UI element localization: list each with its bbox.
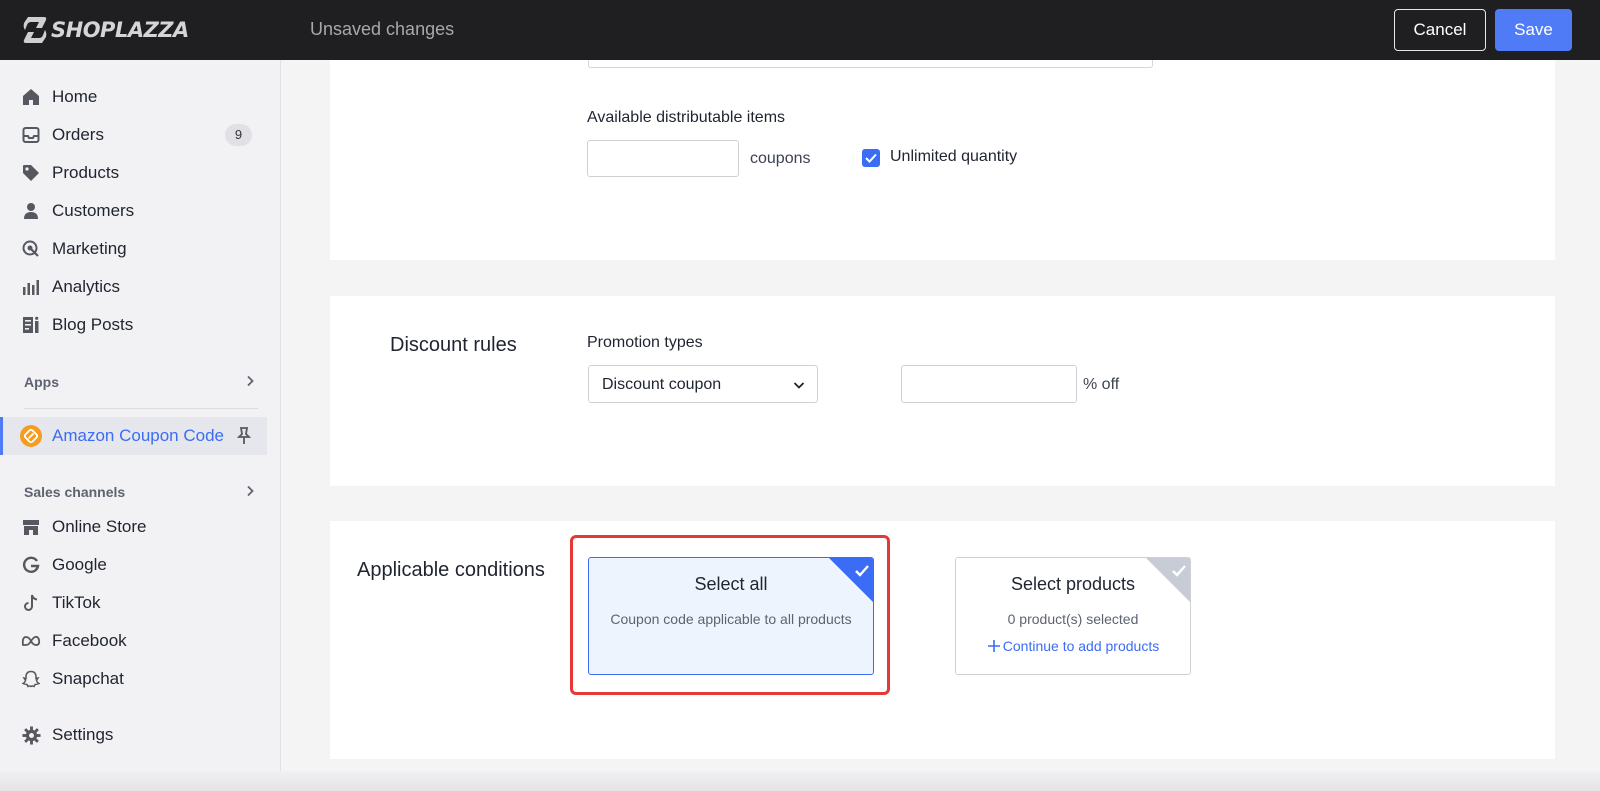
checkmark-icon bbox=[865, 153, 877, 163]
sidebar-item-orders[interactable]: Orders 9 bbox=[0, 118, 281, 152]
sidebar-item-label: Google bbox=[52, 555, 107, 574]
sidebar-item-label: TikTok bbox=[52, 593, 101, 612]
discount-rules-card: Discount rules Promotion types Discount … bbox=[330, 296, 1555, 486]
divider bbox=[24, 408, 258, 409]
marketing-icon bbox=[21, 239, 41, 259]
cancel-button[interactable]: Cancel bbox=[1394, 9, 1486, 51]
sidebar-item-label: Orders bbox=[52, 125, 104, 144]
input-field-partial[interactable] bbox=[588, 60, 1153, 68]
sidebar-item-analytics[interactable]: Analytics bbox=[0, 270, 281, 304]
applicable-conditions-card: Applicable conditions Select all Coupon … bbox=[330, 521, 1555, 759]
orders-count-badge: 9 bbox=[225, 124, 252, 146]
coupons-suffix: coupons bbox=[750, 150, 811, 167]
sidebar-item-facebook[interactable]: Facebook bbox=[0, 624, 281, 658]
sidebar-item-label: Blog Posts bbox=[52, 315, 134, 334]
percent-off-suffix: % off bbox=[1083, 376, 1120, 393]
coupon-app-icon bbox=[20, 425, 42, 447]
snapchat-icon bbox=[21, 669, 41, 689]
pin-icon[interactable] bbox=[235, 426, 253, 446]
shoplazza-logo-icon bbox=[23, 17, 47, 43]
discount-percent-input[interactable] bbox=[901, 365, 1077, 403]
save-button[interactable]: Save bbox=[1495, 9, 1572, 51]
sidebar-item-tiktok[interactable]: TikTok bbox=[0, 586, 281, 620]
sidebar-item-label: Settings bbox=[52, 725, 114, 744]
sidebar-item-blog-posts[interactable]: Blog Posts bbox=[0, 308, 281, 342]
sidebar-item-online-store[interactable]: Online Store bbox=[0, 510, 281, 544]
sidebar-item-google[interactable]: Google bbox=[0, 548, 281, 582]
select-all-option[interactable]: Select all Coupon code applicable to all… bbox=[588, 557, 874, 675]
sales-channels-section-label: Sales channels bbox=[24, 484, 126, 500]
sidebar-item-products[interactable]: Products bbox=[0, 156, 281, 190]
sidebar: Home Orders 9 Products Customers Marketi… bbox=[0, 60, 281, 791]
bar-chart-icon bbox=[21, 277, 41, 297]
sidebar-item-label: Marketing bbox=[52, 239, 127, 258]
apps-section-label: Apps bbox=[24, 374, 59, 390]
blog-icon bbox=[21, 315, 41, 335]
select-products-option[interactable]: Select products 0 product(s) selected Co… bbox=[955, 557, 1191, 675]
person-icon bbox=[21, 201, 41, 221]
sidebar-item-label: Customers bbox=[52, 201, 135, 220]
sidebar-item-amazon-coupon-code[interactable]: Amazon Coupon Code bbox=[0, 417, 267, 455]
tag-icon bbox=[21, 163, 41, 183]
plus-icon bbox=[987, 640, 1000, 652]
sidebar-item-customers[interactable]: Customers bbox=[0, 194, 281, 228]
option-title: Select all bbox=[694, 574, 768, 594]
unlimited-quantity-checkbox[interactable] bbox=[862, 149, 880, 167]
continue-add-products-link[interactable]: Continue to add products bbox=[956, 638, 1190, 654]
distributable-quantity-input[interactable] bbox=[587, 140, 739, 177]
sidebar-item-snapchat[interactable]: Snapchat bbox=[0, 662, 281, 696]
shoplazza-logo[interactable]: SHOPLAZZA bbox=[22, 14, 189, 46]
chevron-right-icon[interactable] bbox=[244, 375, 256, 387]
meta-icon bbox=[21, 631, 41, 651]
google-icon bbox=[21, 555, 41, 575]
promotion-type-select[interactable]: Discount coupon bbox=[588, 365, 818, 403]
option-description: 0 product(s) selected bbox=[1007, 611, 1139, 627]
sidebar-item-label: Snapchat bbox=[52, 669, 124, 688]
promotion-type-value: Discount coupon bbox=[602, 376, 722, 393]
inbox-icon bbox=[21, 125, 41, 145]
top-bar: SHOPLAZZA Unsaved changes Cancel Save bbox=[0, 0, 1600, 60]
logo-text: SHOPLAZZA bbox=[51, 18, 189, 42]
sidebar-item-marketing[interactable]: Marketing bbox=[0, 232, 281, 266]
distributable-items-label: Available distributable items bbox=[587, 109, 786, 126]
bottom-shadow bbox=[0, 771, 1600, 791]
home-icon bbox=[21, 87, 41, 107]
discount-rules-title: Discount rules bbox=[390, 334, 517, 356]
sidebar-item-label: Products bbox=[52, 163, 120, 182]
chevron-down-icon bbox=[793, 382, 805, 389]
sidebar-item-label: Amazon Coupon Code bbox=[52, 426, 225, 445]
unsaved-status: Unsaved changes bbox=[310, 19, 455, 39]
sidebar-item-label: Facebook bbox=[52, 631, 127, 650]
promotion-types-label: Promotion types bbox=[587, 334, 703, 351]
option-title: Select products bbox=[1010, 574, 1136, 594]
tiktok-icon bbox=[21, 593, 41, 613]
option-description: Coupon code applicable to all products bbox=[610, 611, 852, 627]
sidebar-item-settings[interactable]: Settings bbox=[0, 718, 281, 752]
sidebar-item-home[interactable]: Home bbox=[0, 80, 281, 114]
link-label: Continue to add products bbox=[1002, 638, 1160, 654]
store-icon bbox=[21, 517, 41, 537]
chevron-right-icon[interactable] bbox=[244, 485, 256, 497]
sidebar-item-label: Home bbox=[52, 87, 98, 106]
gear-icon bbox=[21, 725, 41, 745]
unlimited-quantity-label[interactable]: Unlimited quantity bbox=[890, 148, 1017, 166]
applicable-conditions-title: Applicable conditions bbox=[357, 559, 545, 581]
sidebar-item-label: Analytics bbox=[52, 277, 121, 296]
distribution-card: Available distributable items coupons Un… bbox=[330, 60, 1555, 260]
sidebar-item-label: Online Store bbox=[52, 517, 147, 536]
